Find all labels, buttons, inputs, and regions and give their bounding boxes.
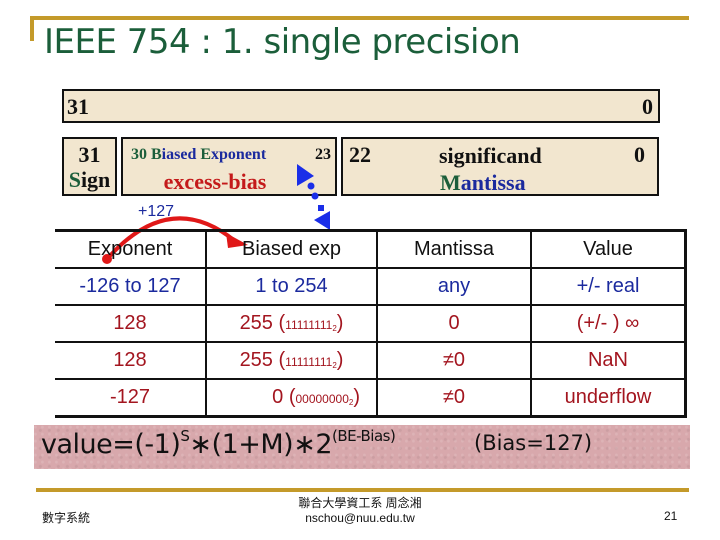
mantissa-low-bit: 0 — [634, 142, 645, 167]
biased-decimal: 255 ( — [239, 349, 286, 371]
mantissa-high-bit: 22 — [349, 142, 371, 167]
table-header-cell: Value — [530, 229, 687, 269]
biased-binary: 00000000 — [295, 392, 349, 406]
bit-31-label: 31 — [67, 94, 89, 119]
biased-binary: 11111111 — [285, 355, 333, 369]
bias-note: (Bias=127) — [474, 431, 593, 455]
page-number: 21 — [664, 509, 678, 523]
table-header-cell: Biased exp — [205, 229, 377, 269]
footer-accent-bar — [36, 488, 689, 492]
table-row: 128 255 (111111112) 0 (+/- ) ∞ — [55, 304, 687, 343]
sign-bit-number: 31 — [78, 142, 101, 167]
table-header-row: Exponent Biased exp Mantissa Value — [55, 229, 687, 269]
blue-square — [318, 205, 324, 211]
blue-arrow-head-bottom — [314, 211, 330, 230]
exponent-label-part: B — [151, 146, 162, 163]
sign-field: 31 Sign — [62, 137, 117, 196]
footer-author-email: nschou@nuu.edu.tw — [305, 511, 415, 525]
table-row: 128 255 (111111112) ≠0 NaN — [55, 341, 687, 380]
value-formula-box: value=(-1)S∗(1+M)∗2(BE-Bias) (Bias=127) — [34, 425, 690, 469]
mantissa-cell: ≠0 — [376, 341, 531, 380]
mantissa-cell: ≠0 — [376, 378, 531, 418]
exponent-label-part: E — [200, 146, 212, 163]
exponent-label: 30 Biased Exponent — [131, 146, 266, 164]
title-accent-bar — [30, 16, 689, 20]
table-header-cell: Exponent — [55, 229, 206, 269]
value-cell: (+/- ) ∞ — [530, 304, 687, 343]
exponent-cell: 128 — [55, 304, 206, 343]
biased-exp-cell: 255 (111111112) — [205, 304, 377, 343]
value-formula: value=(-1)S∗(1+M)∗2(BE-Bias) — [41, 427, 396, 460]
exponent-cell: -127 — [55, 378, 206, 418]
title-accent-bar-left — [30, 16, 34, 41]
biased-decimal: 255 ( — [239, 312, 286, 334]
bit-0-label: 0 — [642, 94, 653, 119]
footer-author: 聯合大學資工系 周念湘 nschou@nuu.edu.tw — [240, 496, 480, 526]
close-paren: ) — [336, 312, 344, 334]
mantissa-label: Mantissa — [440, 170, 526, 195]
footer-author-name: 聯合大學資工系 周念湘 — [298, 496, 422, 510]
special-values-table: Exponent Biased exp Mantissa Value -126 to 1… — [55, 229, 687, 418]
mantissa-field: 22 significand 0 Mantissa — [341, 137, 659, 196]
exponent-label-part: iased — [161, 146, 201, 163]
biased-exp-cell: 255 (111111112) — [205, 341, 377, 380]
exponent-low-bit: 23 — [315, 146, 331, 163]
value-cell: underflow — [530, 378, 687, 418]
exponent-high-bit: 30 — [131, 146, 147, 163]
slide-title: IEEE 754 : 1. single precision — [44, 22, 521, 62]
exponent-field: 30 Biased Exponent 23 excess-bias — [121, 137, 337, 196]
sign-label: Sign — [68, 167, 111, 192]
mantissa-cell: any — [376, 267, 531, 306]
exponent-cell: -126 to 127 — [55, 267, 206, 306]
value-cell: NaN — [530, 341, 687, 380]
biased-decimal: 0 ( — [272, 386, 296, 408]
table-header-cell: Mantissa — [376, 229, 531, 269]
exponent-cell: 128 — [55, 341, 206, 380]
table-row: -126 to 127 1 to 254 any +/- real — [55, 267, 687, 306]
significand-label: significand — [439, 143, 542, 168]
footer-course-name: 數字系統 — [42, 511, 91, 525]
table-row: -127 0 (000000002) ≠0 underflow — [55, 378, 687, 418]
mantissa-cell: 0 — [376, 304, 531, 343]
close-paren: ) — [353, 386, 360, 408]
word-bit-range: 31 0 — [62, 89, 660, 123]
excess-bias-label: excess-bias — [163, 169, 267, 194]
close-paren: ) — [336, 349, 344, 371]
bias-plus-127-label: +127 — [138, 203, 175, 220]
biased-exp-cell: 1 to 254 — [205, 267, 377, 306]
value-cell: +/- real — [530, 267, 687, 306]
biased-binary: 11111111 — [285, 318, 333, 332]
biased-exp-cell: 0 (000000002) — [205, 378, 377, 418]
exponent-label-part: xponent — [211, 146, 267, 163]
